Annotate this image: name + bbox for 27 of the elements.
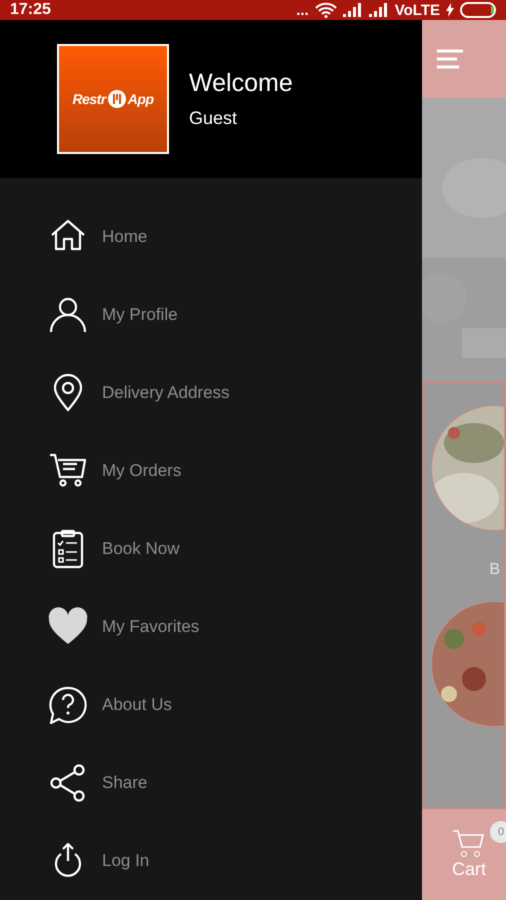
cart-icon	[452, 829, 486, 859]
menu-item[interactable]: My Orders	[0, 432, 182, 510]
menu-item[interactable]: About Us	[0, 666, 172, 744]
menu-icon[interactable]	[436, 49, 464, 69]
person-icon	[48, 295, 88, 335]
wifi-icon	[314, 2, 337, 18]
menu-item[interactable]: Share	[0, 744, 148, 822]
menu-item[interactable]: My Favorites	[0, 588, 200, 666]
user-name: Guest	[189, 108, 238, 129]
welcome-title: Welcome	[189, 69, 293, 98]
cart-count-badge: 0	[490, 821, 506, 843]
menu-item[interactable]: My Profile	[0, 276, 178, 354]
menu-item[interactable]: Book Now	[0, 510, 180, 588]
clock-time: 17:25	[10, 1, 51, 19]
signal-icon	[342, 3, 363, 17]
category-label: B	[489, 561, 500, 579]
battery-icon	[460, 2, 498, 18]
menu-item[interactable]: Delivery Address	[0, 354, 230, 432]
help-icon	[48, 685, 88, 725]
signal-icon	[368, 3, 389, 17]
network-type: VoLTE	[394, 2, 440, 18]
heart-icon	[48, 607, 88, 647]
app-logo: Restr App	[57, 44, 169, 154]
more-dots: ...	[296, 2, 309, 18]
menu-item[interactable]: Home	[0, 198, 148, 276]
charging-icon	[446, 3, 454, 17]
menu-item[interactable]: Log In	[0, 822, 150, 900]
